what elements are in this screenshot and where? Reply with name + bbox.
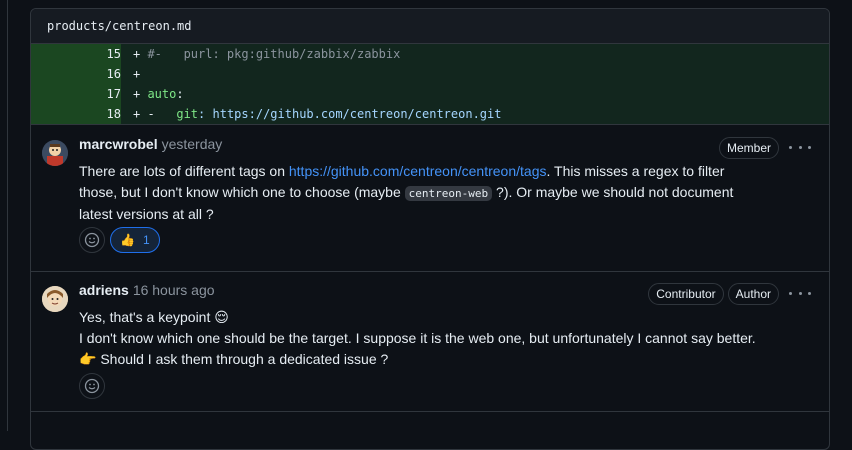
comment-text: ?). Or maybe we should not document (492, 184, 734, 200)
line-code: + auto: (121, 87, 184, 101)
line-code: + #- purl: pkg:github/zabbix/zabbix (121, 47, 400, 61)
file-path-header[interactable]: products/centreon.md (31, 9, 829, 44)
comment-text: . This misses a regex to filter (546, 163, 725, 179)
role-badge-contributor: Contributor (648, 283, 724, 305)
line-number[interactable]: 17 (31, 84, 121, 104)
role-badge-author: Author (727, 283, 779, 305)
diff-sign: + (133, 87, 148, 101)
comment-marcwrobel: marcwrobel yesterday Member There are lo… (31, 125, 829, 271)
code-token: : https://github.com/centreon/centreon.g… (198, 107, 502, 121)
diff-sign: + (133, 67, 148, 81)
file-path[interactable]: products/centreon.md (47, 19, 192, 33)
diff-sign: + (133, 47, 148, 61)
comment-adriens: adriens 16 hours ago Contributor Author … (31, 271, 829, 411)
comment-line: I don't know which one should be the tar… (79, 330, 756, 346)
diff-sign: + (133, 107, 148, 121)
code-token: #- purl: pkg:github/zabbix/zabbix (147, 47, 401, 61)
diff-line: 15 + #- purl: pkg:github/zabbix/zabbix (31, 44, 829, 64)
inline-code: centreon-web (404, 186, 493, 201)
line-number[interactable]: 15 (31, 44, 121, 64)
role-badge-member: Member (718, 137, 779, 159)
comment-line: 👉 Should I ask them through a dedicated … (79, 351, 389, 367)
code-token: - (147, 107, 177, 121)
diff-line: 16 + (31, 64, 829, 84)
comment-text: those, but I don't know which one to cho… (79, 184, 405, 200)
comment-divider (31, 411, 829, 412)
comment-body: There are lots of different tags on http… (79, 161, 789, 225)
line-number[interactable]: 16 (31, 64, 121, 84)
comment-body: Yes, that's a keypoint 😌 I don't know wh… (79, 307, 789, 370)
add-reaction-button[interactable] (79, 373, 105, 399)
thumbs-up-reaction[interactable]: 👍 1 (110, 227, 160, 253)
comment-author[interactable]: marcwrobel (79, 136, 158, 152)
comment-text: latest versions at all ? (79, 206, 214, 222)
diff-hunk: 15 + #- purl: pkg:github/zabbix/zabbix 16 +… (31, 44, 829, 124)
comment-author[interactable]: adriens (79, 282, 129, 298)
kebab-icon[interactable] (789, 139, 811, 155)
reaction-count: 1 (142, 233, 150, 247)
review-thread-card: products/centreon.md 15 + #- purl: pkg:gi… (30, 8, 830, 450)
code-token: : (176, 87, 184, 101)
line-code: + (121, 67, 147, 81)
line-code: + - git: https://github.com/centreon/cen… (121, 107, 501, 121)
code-token: auto (147, 87, 177, 101)
comment-text: There are lots of different tags on (79, 163, 289, 179)
kebab-icon[interactable] (789, 285, 811, 301)
tags-link[interactable]: https://github.com/centreon/centreon/tag… (289, 163, 547, 179)
comment-line: Yes, that's a keypoint 😌 (79, 309, 229, 325)
code-token: git (176, 107, 199, 121)
diff-line: 17 + auto: (31, 84, 829, 104)
diff-line: 18 + - git: https://github.com/centreon/c… (31, 104, 829, 124)
timeline-rail (7, 0, 8, 431)
thumbs-up-icon: 👍 (120, 233, 135, 247)
smiley-icon (84, 378, 100, 394)
add-reaction-button[interactable] (79, 227, 105, 253)
comment-timestamp[interactable]: yesterday (162, 136, 223, 152)
comment-timestamp[interactable]: 16 hours ago (133, 282, 215, 298)
smiley-icon (84, 232, 100, 248)
line-number[interactable]: 18 (31, 104, 121, 124)
avatar[interactable] (42, 140, 68, 166)
avatar[interactable] (42, 286, 68, 312)
comment-list: marcwrobel yesterday Member There are lo… (31, 124, 829, 412)
